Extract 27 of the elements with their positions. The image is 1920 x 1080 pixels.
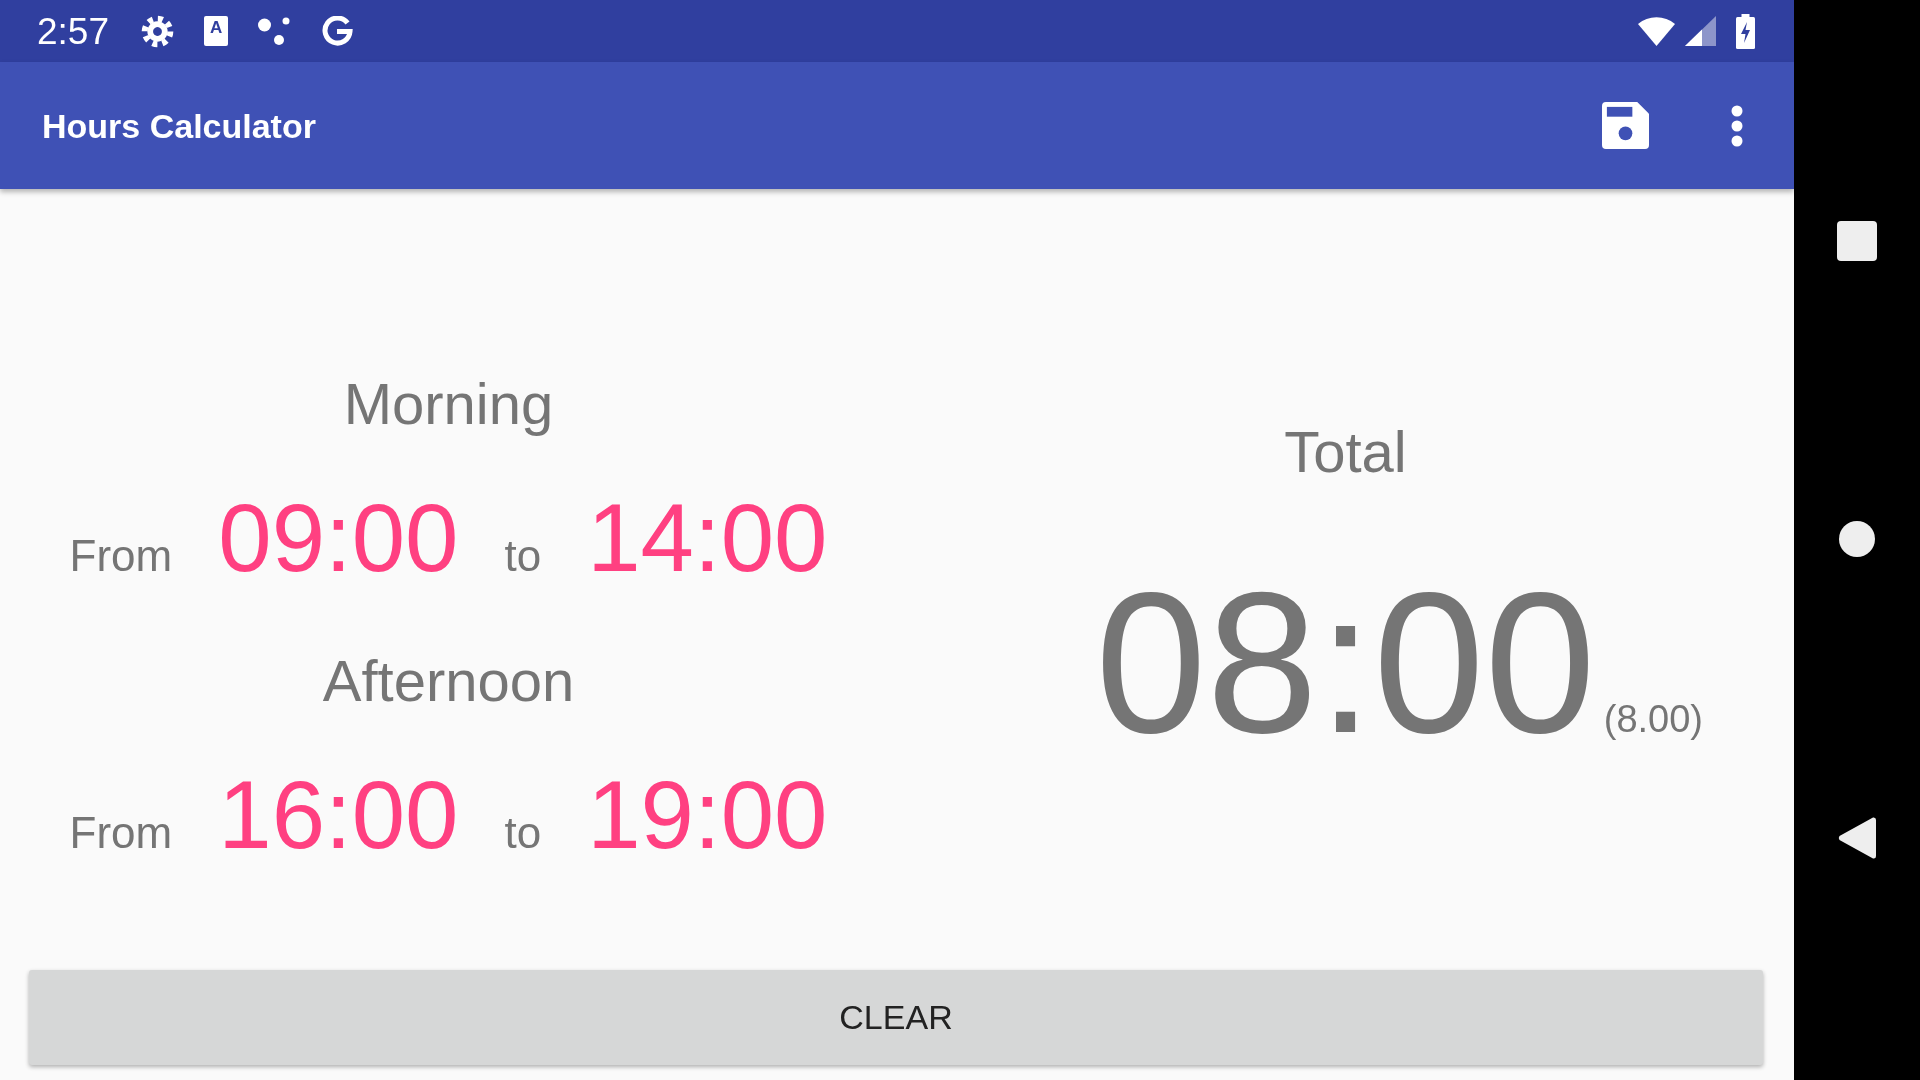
- home-icon[interactable]: [1839, 521, 1875, 557]
- save-icon[interactable]: [1602, 102, 1649, 149]
- start-time-value[interactable]: 16:00: [218, 767, 459, 863]
- total-hours-value: 08:00: [1095, 563, 1596, 763]
- status-time: 2:57: [37, 12, 109, 50]
- to-label: to: [504, 811, 542, 855]
- letter-tile-icon: A: [204, 16, 228, 46]
- dots-icon: [258, 17, 290, 45]
- total-label: Total: [1284, 418, 1407, 486]
- start-time-value[interactable]: 09:00: [218, 490, 459, 586]
- overflow-menu-icon[interactable]: [1731, 104, 1743, 147]
- end-time-value[interactable]: 19:00: [587, 767, 828, 863]
- back-icon[interactable]: [1838, 817, 1876, 859]
- battery-charging-icon: [1736, 13, 1755, 49]
- letter-g-icon: [320, 16, 353, 46]
- app-title: Hours Calculator: [42, 108, 316, 143]
- wifi-icon: [1638, 16, 1675, 46]
- signal-icon: [1685, 16, 1716, 46]
- from-label: From: [69, 534, 173, 578]
- to-label: to: [504, 534, 542, 578]
- gear-icon: [141, 14, 174, 48]
- period-label: Afternoon: [322, 647, 575, 715]
- period-label: Morning: [343, 370, 554, 438]
- end-time-value[interactable]: 14:00: [587, 490, 828, 586]
- total-decimal-value: (8.00): [1603, 700, 1704, 738]
- clear-button[interactable]: CLEAR: [29, 970, 1763, 1065]
- from-label: From: [69, 811, 173, 855]
